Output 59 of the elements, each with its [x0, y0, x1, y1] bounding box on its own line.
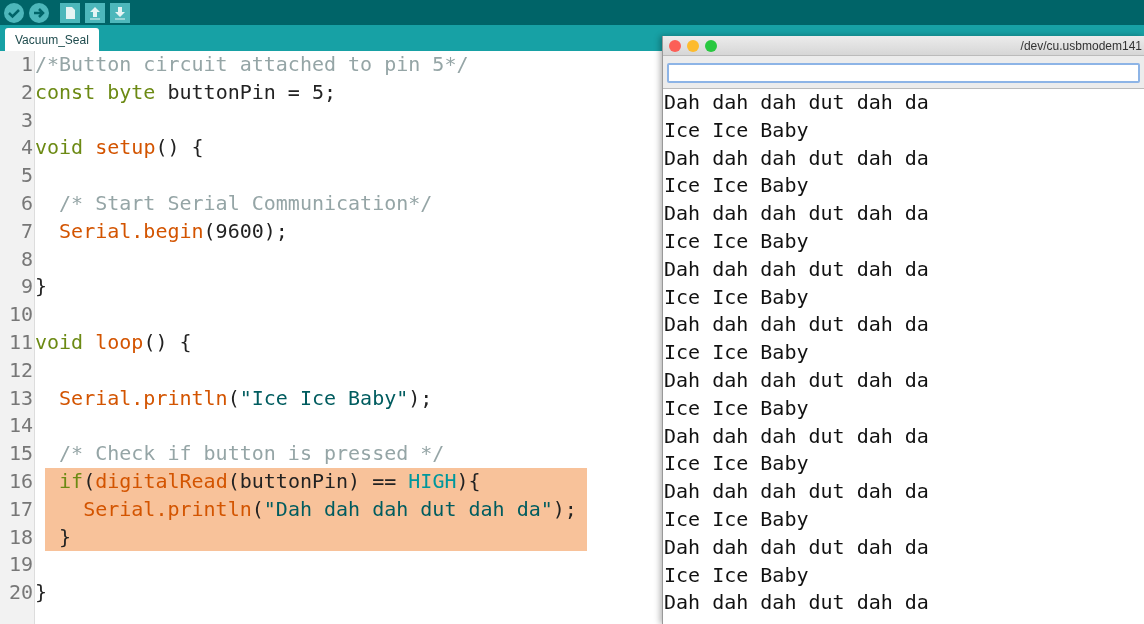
code-line: } — [35, 273, 49, 301]
window-title: /dev/cu.usbmodem141 — [1020, 38, 1143, 53]
upload-icon[interactable] — [84, 1, 106, 24]
serial-output-line: Ice Ice Baby — [663, 339, 810, 367]
file-tab[interactable]: Vacuum_Seal — [5, 28, 99, 51]
serial-output-line: Dah dah dah dut dah da — [663, 366, 930, 394]
serial-output-line: Dah dah dah dut dah da — [663, 200, 930, 228]
serial-output-line: Dah dah dah dut dah da — [663, 533, 930, 561]
maximize-icon[interactable] — [705, 39, 717, 52]
serial-output-line: Ice Ice Baby — [663, 561, 810, 589]
serial-output-line: Dah dah dah dut dah da — [663, 422, 930, 450]
serial-output-line: Ice Ice Baby — [663, 505, 810, 533]
line-number: 13 — [7, 384, 34, 412]
code-line: void loop() { — [35, 328, 193, 356]
line-number: 8 — [19, 245, 34, 273]
line-number: 1 — [19, 51, 34, 78]
line-number: 14 — [7, 412, 34, 440]
code-line: /* Start Serial Communication*/ — [58, 190, 434, 217]
document-icon[interactable] — [59, 1, 81, 24]
code-line: /*Button circuit attached to pin 5*/ — [35, 51, 470, 78]
line-number: 20 — [7, 579, 34, 607]
serial-output-line: Dah dah dah dut dah da — [663, 89, 930, 116]
line-number: 15 — [7, 440, 34, 468]
arrow-right-icon[interactable] — [28, 1, 50, 24]
check-icon[interactable] — [3, 1, 25, 24]
line-number: 2 — [19, 78, 34, 106]
serial-output-line: Dah dah dah dut dah da — [663, 144, 930, 172]
code-line: Serial.begin(9600); — [58, 217, 289, 245]
code-line: void setup() { — [35, 134, 205, 162]
serial-output-line: Ice Ice Baby — [663, 116, 810, 144]
line-number: 3 — [19, 106, 34, 134]
serial-output-line: Ice Ice Baby — [663, 172, 810, 200]
line-number: 6 — [19, 190, 34, 217]
line-number: 4 — [19, 134, 34, 162]
serial-output-line: Ice Ice Baby — [663, 450, 810, 478]
line-number: 7 — [19, 217, 34, 245]
code-line: } — [35, 579, 49, 607]
line-number: 11 — [7, 328, 34, 356]
close-icon[interactable] — [669, 39, 681, 52]
serial-output-line: Ice Ice Baby — [663, 283, 810, 311]
serial-output-line: Ice Ice Baby — [663, 394, 810, 422]
line-number: 9 — [19, 273, 34, 301]
line-number: 10 — [7, 301, 34, 329]
serial-output-line: Dah dah dah dut dah da — [663, 311, 930, 339]
serial-output-line: Ice Ice Baby — [663, 228, 810, 255]
serial-output-line: Dah dah dah dut dah da — [663, 478, 930, 506]
code-line: /* Check if button is pressed */ — [58, 440, 446, 468]
code-line: const byte buttonPin = 5; — [35, 78, 338, 106]
line-number: 12 — [7, 356, 34, 384]
line-number: 5 — [19, 162, 34, 190]
line-number: 17 — [7, 495, 34, 523]
download-icon[interactable] — [109, 1, 131, 24]
code-line: Serial.println("Ice Ice Baby"); — [58, 384, 434, 412]
serial-output-line: Dah dah dah dut dah da — [663, 255, 930, 283]
input-field[interactable] — [667, 63, 1140, 83]
line-number: 16 — [7, 467, 34, 495]
line-number: 18 — [7, 523, 34, 551]
serial-output-line: Dah dah dah dut dah da — [663, 589, 930, 617]
line-number: 19 — [7, 551, 34, 579]
